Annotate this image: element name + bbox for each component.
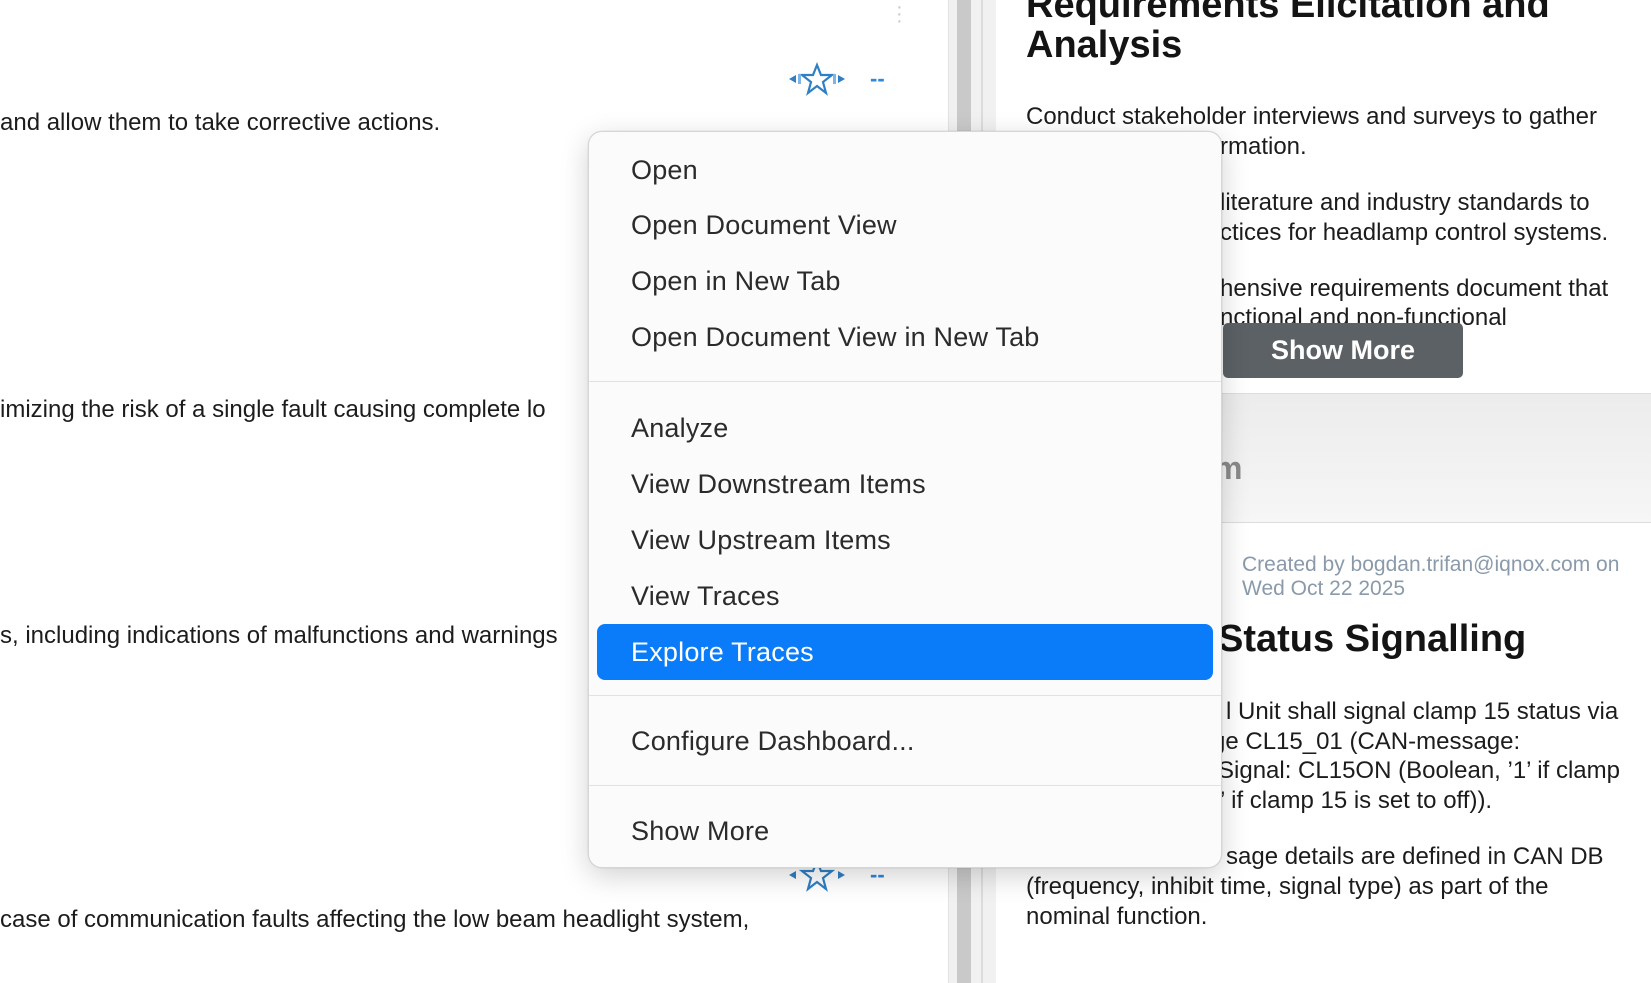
left-text-line: s, including indications of malfunctions… bbox=[0, 622, 558, 649]
card-text: Signal: CL15ON (Boolean, ’1’ if clamp bbox=[1218, 757, 1620, 784]
card-text: ge CL15_01 (CAN-message: bbox=[1212, 728, 1521, 755]
created-by: Created by bogdan.trifan@iqnox.com on bbox=[1242, 553, 1620, 576]
card-text: l Unit shall signal clamp 15 status via bbox=[1226, 698, 1619, 725]
menu-item-configure-dashboard[interactable]: Configure Dashboard... bbox=[597, 713, 1213, 769]
card-text: Conduct stakeholder interviews and surve… bbox=[1026, 103, 1597, 130]
created-date: Wed Oct 22 2025 bbox=[1242, 577, 1406, 600]
card-text: nominal function. bbox=[1026, 903, 1208, 930]
menu-item-view-upstream-items[interactable]: View Upstream Items bbox=[597, 512, 1213, 568]
card-text: rmation. bbox=[1220, 133, 1307, 160]
star-rating-icon[interactable] bbox=[786, 62, 848, 96]
menu-item-view-traces[interactable]: View Traces bbox=[597, 568, 1213, 624]
card-meta: Created by bogdan.trifan@iqnox.com on We… bbox=[1242, 553, 1619, 601]
more-options-icon[interactable]: · · · bbox=[896, 0, 903, 31]
menu-item-view-downstream-items[interactable]: View Downstream Items bbox=[597, 456, 1213, 512]
card-text: ’ if clamp 15 is set to off)). bbox=[1220, 787, 1493, 814]
menu-separator bbox=[589, 381, 1221, 382]
context-menu: Open Open Document View Open in New Tab … bbox=[588, 131, 1222, 868]
rating-widget[interactable]: -- bbox=[786, 62, 885, 96]
left-text-line: and allow them to take corrective action… bbox=[0, 109, 441, 136]
card-title: Status Signalling bbox=[1218, 618, 1527, 660]
menu-separator bbox=[589, 785, 1221, 786]
menu-separator bbox=[589, 695, 1221, 696]
card-text: ctices for headlamp control systems. bbox=[1220, 219, 1609, 246]
menu-item-open[interactable]: Open bbox=[597, 142, 1213, 198]
show-more-button[interactable]: Show More bbox=[1223, 323, 1463, 378]
card-text: (frequency, inhibit time, signal type) a… bbox=[1026, 873, 1549, 900]
card-text: literature and industry standards to bbox=[1220, 189, 1590, 216]
menu-item-show-more[interactable]: Show More bbox=[597, 803, 1213, 859]
card-text: hensive requirements document that bbox=[1220, 275, 1609, 302]
card-title: Requirements Elicitation and bbox=[1026, 0, 1550, 26]
menu-item-open-document-view-new-tab[interactable]: Open Document View in New Tab bbox=[597, 309, 1213, 365]
rating-value: -- bbox=[870, 66, 885, 91]
card-text: sage details are defined in CAN DB bbox=[1226, 843, 1604, 870]
menu-item-analyze[interactable]: Analyze bbox=[597, 400, 1213, 456]
menu-item-explore-traces[interactable]: Explore Traces bbox=[597, 624, 1213, 680]
left-text-line: case of communication faults affecting t… bbox=[0, 906, 750, 933]
menu-item-open-in-new-tab[interactable]: Open in New Tab bbox=[597, 253, 1213, 309]
card-title: Analysis bbox=[1026, 24, 1183, 66]
menu-item-open-document-view[interactable]: Open Document View bbox=[597, 197, 1213, 253]
left-text-line: imizing the risk of a single fault causi… bbox=[0, 396, 546, 423]
